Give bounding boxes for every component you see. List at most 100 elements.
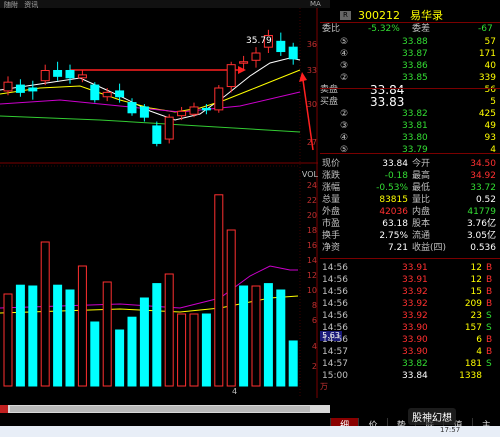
candle-body	[77, 74, 87, 79]
weicha-value: -67	[478, 24, 493, 34]
volume-bar	[239, 285, 249, 387]
volume-series	[3, 194, 298, 387]
stat-value: 34.92	[470, 171, 496, 181]
tick-time: 14:56	[322, 335, 348, 345]
stat-label: 最高	[412, 171, 431, 181]
tick-row: 14:56 33.92 15 B	[320, 286, 500, 298]
ask-row: ③ 33.86 40	[320, 60, 500, 72]
bid-price: 33.82	[402, 109, 428, 119]
ask-volume: 56	[484, 85, 496, 95]
volume-bar	[251, 285, 261, 387]
ma60-line	[0, 115, 301, 133]
tick-row: 14:57 33.90 4 B	[320, 346, 500, 358]
tick-price: 33.90	[402, 323, 428, 333]
tick-price: 33.90	[402, 347, 428, 357]
candle-body	[164, 116, 174, 140]
stat-value: 33.72	[470, 183, 496, 193]
candle-body	[102, 91, 112, 98]
volume-bar	[15, 284, 25, 387]
tick-time: 14:56	[322, 287, 348, 297]
bid-price: 33.83	[370, 95, 405, 109]
candle-body	[189, 106, 199, 115]
stat-row: 涨幅 -0.53% 最低 33.72	[320, 182, 500, 194]
ask-row: ⑤ 33.88 57	[320, 36, 500, 48]
bid-volume: 93	[484, 133, 496, 143]
scroll-left-arrow[interactable]	[0, 405, 8, 413]
stat-value: 2.75%	[379, 231, 408, 241]
stat-value: 7.21	[387, 243, 408, 253]
vol-tick-20: 20	[306, 211, 317, 220]
volume-bar	[127, 316, 137, 387]
candle-body	[276, 40, 286, 53]
volume-bar	[276, 289, 286, 387]
tick-direction: S	[486, 311, 492, 321]
chart-canvas[interactable]: 35.79 4	[0, 8, 318, 398]
bid-price: 33.81	[402, 121, 428, 131]
stat-label: 流通	[412, 231, 431, 241]
ma-label: MA	[310, 0, 321, 8]
vol-tick-4: 4	[311, 342, 317, 351]
tick-4-label: 4	[232, 387, 237, 396]
tick-volume: 157	[464, 323, 482, 333]
top-tab-strip: 随附 资讯 MA	[0, 0, 330, 9]
bid-level: ⑤	[340, 145, 349, 155]
tick-direction: B	[486, 347, 493, 357]
tick-direction: S	[486, 323, 492, 333]
candle-body	[251, 52, 261, 61]
stat-value: 63.18	[382, 219, 408, 229]
stat-row: 换手 2.75% 流通 3.05亿	[320, 230, 500, 242]
ask-price: 33.88	[402, 37, 428, 47]
ask-level: ②	[340, 73, 349, 83]
candle-body	[40, 70, 50, 82]
tick-volume: 1338	[459, 371, 482, 381]
bid-row: 买盘 33.83 5	[320, 96, 500, 108]
tick-row: 14:57 33.82 181 S	[320, 358, 500, 370]
ask-volume: 171	[478, 49, 496, 59]
tick-price: 33.90	[402, 335, 428, 345]
tick-price: 33.91	[402, 263, 428, 273]
stat-label: 现价	[322, 159, 341, 169]
candle-body	[3, 81, 13, 92]
watermark-text: 股神幻想	[408, 408, 456, 425]
vol-tick-2: 2	[311, 362, 317, 371]
stat-value: 42036	[379, 207, 408, 217]
chart-scrollbar[interactable]	[0, 405, 330, 413]
stat-label: 量比	[412, 195, 431, 205]
ask-row: ④ 33.87 171	[320, 48, 500, 60]
volume-bar	[90, 321, 100, 387]
vol-tick-8: 8	[311, 301, 317, 310]
candle-body	[139, 106, 149, 118]
tick-price: 33.92	[402, 311, 428, 321]
bid-level: ②	[340, 109, 349, 119]
stat-label: 今开	[412, 159, 431, 169]
bid-volume: 425	[478, 109, 496, 119]
vol-tick-24: 24	[306, 181, 317, 190]
volume-bar	[201, 313, 211, 387]
tick-direction: B	[486, 335, 493, 345]
volume-bar	[214, 194, 224, 387]
candle-body	[90, 84, 100, 101]
stat-value: 33.84	[382, 159, 408, 169]
vol-tick-14: 14	[306, 256, 317, 265]
bid-price: 33.79	[402, 145, 428, 155]
volume-bar	[102, 281, 112, 387]
bid-row: ③ 33.81 49	[320, 120, 500, 132]
ask-price: 33.87	[402, 49, 428, 59]
tick-volume: 4	[476, 347, 482, 357]
tick-direction: B	[486, 275, 493, 285]
tick-price: 33.92	[402, 299, 428, 309]
tick-volume: 12	[470, 275, 482, 285]
stat-label: 涨幅	[322, 183, 341, 193]
candle-body	[65, 70, 75, 79]
candle-body	[15, 84, 25, 93]
ask-level: ④	[340, 49, 349, 59]
tick-price: 33.91	[402, 275, 428, 285]
ask-price: 33.86	[402, 61, 428, 71]
ask-volume: 40	[484, 61, 496, 71]
candle-body	[288, 46, 298, 60]
ask-volume: 57	[484, 37, 496, 47]
scroll-thumb[interactable]	[10, 406, 310, 412]
volume-bar	[177, 313, 187, 387]
stat-row: 总量 83815 量比 0.52	[320, 194, 500, 206]
tick-row: 14:56 33.91 12 B	[320, 274, 500, 286]
